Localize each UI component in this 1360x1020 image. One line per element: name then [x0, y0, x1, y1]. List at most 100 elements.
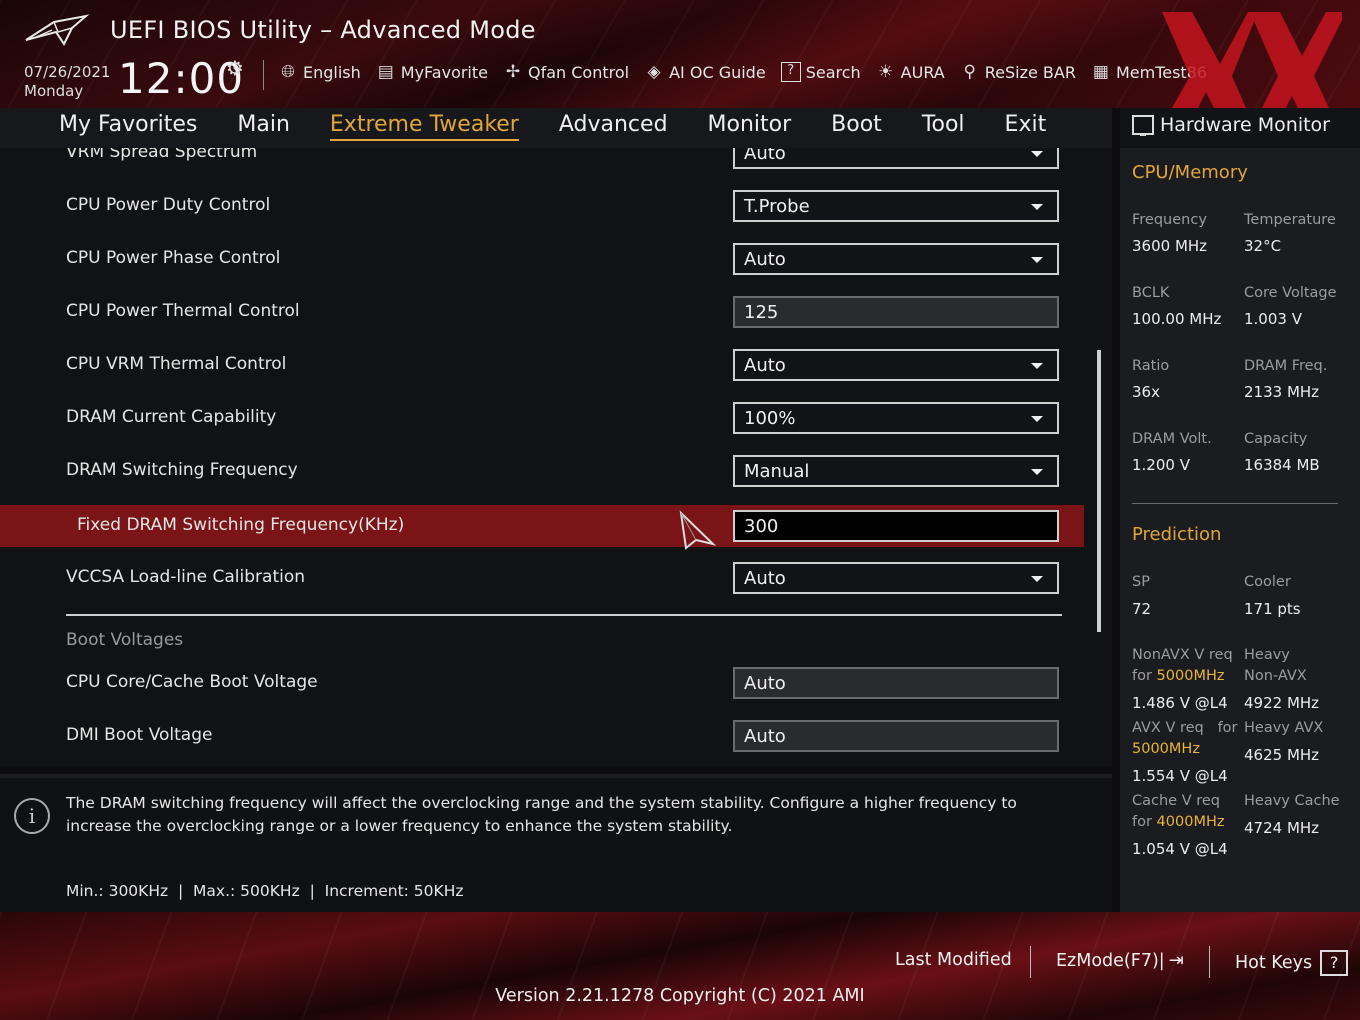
heavy-nonavx-label-line1: Heavy: [1244, 647, 1290, 663]
core-voltage-label: Core Voltage: [1244, 285, 1337, 301]
setting-label: VRM Spread Spectrum: [66, 148, 258, 162]
cpu-power-phase-control-dropdown[interactable]: Auto: [733, 243, 1059, 275]
tab-extreme-tweaker[interactable]: Extreme Tweaker: [329, 112, 519, 141]
heavy-cache-label: Heavy Cache: [1244, 793, 1340, 809]
setting-row-cpu-power-thermal-control[interactable]: CPU Power Thermal Control 125: [0, 291, 1084, 333]
qfan-control-button[interactable]: ✢ Qfan Control: [503, 62, 629, 82]
clock-settings-gear-icon[interactable]: ⚙: [226, 56, 244, 80]
rog-logo-icon: [25, 14, 90, 46]
capacity-value: 16384 MB: [1244, 456, 1320, 474]
input-value: Auto: [744, 726, 786, 747]
setting-row-cpu-vrm-thermal-control[interactable]: CPU VRM Thermal Control Auto: [0, 344, 1084, 386]
tab-my-favorites[interactable]: My Favorites: [59, 112, 197, 141]
search-button[interactable]: ? Search: [780, 62, 861, 82]
ezmode-button[interactable]: EzMode(F7)| ⇥: [1056, 950, 1184, 971]
cpu-vrm-thermal-control-dropdown[interactable]: Auto: [733, 349, 1059, 381]
cpu-core-cache-boot-voltage-input[interactable]: Auto: [733, 667, 1059, 699]
cooler-value: 171 pts: [1244, 600, 1301, 618]
setting-row-vccsa-load-line-calibration[interactable]: VCCSA Load-line Calibration Auto: [0, 557, 1084, 599]
dropdown-value: Auto: [744, 148, 786, 164]
last-modified-label: Last Modified: [895, 950, 1012, 970]
vrm-spread-spectrum-dropdown[interactable]: Auto: [733, 148, 1059, 169]
cpu-power-thermal-control-input[interactable]: 125: [733, 296, 1059, 328]
ezmode-label: EzMode(F7)|: [1056, 950, 1165, 971]
language-button[interactable]: 🌐︎ English: [278, 62, 361, 82]
version-copyright: Version 2.21.1278 Copyright (C) 2021 AMI: [495, 986, 865, 1006]
dmi-boot-voltage-input[interactable]: Auto: [733, 720, 1059, 752]
language-label: English: [303, 62, 361, 82]
heavy-nonavx-label: Heavy Non-AVX: [1244, 645, 1307, 687]
aura-button[interactable]: ☀︎ AURA: [876, 62, 945, 82]
setting-label: CPU VRM Thermal Control: [66, 354, 287, 374]
dropdown-value: 100%: [744, 408, 796, 429]
vccsa-load-line-calibration-dropdown[interactable]: Auto: [733, 562, 1059, 594]
avx-vreq-value: 1.554 V @L4: [1132, 767, 1228, 785]
chevron-down-icon: [1031, 469, 1043, 475]
dram-current-capability-dropdown[interactable]: 100%: [733, 402, 1059, 434]
boot-voltages-heading: Boot Voltages: [66, 630, 184, 650]
setting-row-fixed-dram-switching-frequency[interactable]: Fixed DRAM Switching Frequency(KHz) 300: [0, 505, 1084, 547]
hot-keys-button[interactable]: Hot Keys?: [1235, 950, 1349, 976]
settings-panel: VRM Spread Spectrum Auto CPU Power Duty …: [0, 148, 1112, 766]
for-text: for: [1132, 814, 1152, 830]
resize-bar-button[interactable]: ⚲ ReSize BAR: [960, 62, 1076, 82]
sp-label: SP: [1132, 574, 1150, 590]
question-icon: ?: [1320, 950, 1349, 976]
cpu-power-duty-control-dropdown[interactable]: T.Probe: [733, 190, 1059, 222]
info-icon: i: [14, 798, 50, 834]
dram-freq-value: 2133 MHz: [1244, 383, 1320, 401]
monitor-icon: [1132, 115, 1154, 136]
tab-monitor[interactable]: Monitor: [708, 112, 792, 141]
dram-volt-label: DRAM Volt.: [1132, 431, 1212, 447]
prediction-heading: Prediction: [1132, 524, 1222, 545]
input-value: 300: [744, 516, 779, 537]
dropdown-value: Auto: [744, 568, 786, 589]
dropdown-value: Auto: [744, 249, 786, 270]
bclk-label: BCLK: [1132, 285, 1170, 301]
value-range: Min.: 300KHz | Max.: 500KHz | Increment:…: [66, 882, 464, 900]
myfavorite-button[interactable]: ▤ MyFavorite: [376, 62, 488, 82]
setting-row-cpu-core-cache-boot-voltage[interactable]: CPU Core/Cache Boot Voltage Auto: [0, 662, 1084, 704]
header-separator: [263, 60, 264, 90]
setting-row-vrm-spread-spectrum[interactable]: VRM Spread Spectrum Auto: [0, 148, 1084, 174]
hardware-monitor-header: Hardware Monitor: [1120, 108, 1360, 148]
setting-label: CPU Core/Cache Boot Voltage: [66, 672, 318, 692]
frequency-value: 3600 MHz: [1132, 237, 1208, 255]
setting-row-cpu-power-duty-control[interactable]: CPU Power Duty Control T.Probe: [0, 185, 1084, 227]
tab-boot[interactable]: Boot: [831, 112, 882, 141]
tab-main[interactable]: Main: [237, 112, 290, 141]
setting-row-cpu-power-phase-control[interactable]: CPU Power Phase Control Auto: [0, 238, 1084, 280]
aura-light-icon: ☀︎: [878, 62, 894, 82]
tab-advanced[interactable]: Advanced: [559, 112, 668, 141]
tab-tool[interactable]: Tool: [922, 112, 965, 141]
setting-label: DMI Boot Voltage: [66, 725, 213, 745]
nonavx-vreq-for: for 5000MHz: [1132, 666, 1233, 687]
ai-oc-guide-button[interactable]: ◈ AI OC Guide: [644, 62, 766, 82]
temperature-label: Temperature: [1244, 212, 1336, 228]
last-modified-button[interactable]: Last Modified: [895, 950, 1012, 970]
cache-vreq-value: 1.054 V @L4: [1132, 840, 1228, 858]
setting-row-dram-switching-frequency[interactable]: DRAM Switching Frequency Manual: [0, 450, 1084, 492]
main-tabs: My Favorites Main Extreme Tweaker Advanc…: [59, 112, 1046, 141]
date-text: 07/26/2021: [24, 63, 111, 81]
chevron-down-icon: [1031, 257, 1043, 263]
myfavorite-label: MyFavorite: [400, 62, 488, 82]
date-display: 07/26/2021 Monday: [24, 63, 110, 101]
fan-icon: ✢: [505, 62, 521, 82]
tab-exit[interactable]: Exit: [1005, 112, 1047, 141]
qfan-label: Qfan Control: [528, 62, 630, 82]
chevron-down-icon: [1031, 151, 1043, 157]
fixed-dram-switching-frequency-input[interactable]: 300: [733, 510, 1059, 542]
avx-target-freq: 5000MHz: [1132, 741, 1200, 757]
setting-row-dram-current-capability[interactable]: DRAM Current Capability 100%: [0, 397, 1084, 439]
setting-label: CPU Power Duty Control: [66, 195, 271, 215]
dram-switching-frequency-dropdown[interactable]: Manual: [733, 455, 1059, 487]
settings-scrollbar[interactable]: [1097, 350, 1101, 632]
app-title: UEFI BIOS Utility – Advanced Mode: [110, 16, 536, 44]
cache-vreq-label: Cache V req for 4000MHz: [1132, 791, 1224, 833]
favorite-list-icon: ▤: [377, 62, 394, 82]
setting-row-dmi-boot-voltage[interactable]: DMI Boot Voltage Auto: [0, 715, 1084, 757]
dropdown-value: Auto: [744, 355, 786, 376]
ratio-label: Ratio: [1132, 358, 1170, 374]
chevron-down-icon: [1031, 204, 1043, 210]
